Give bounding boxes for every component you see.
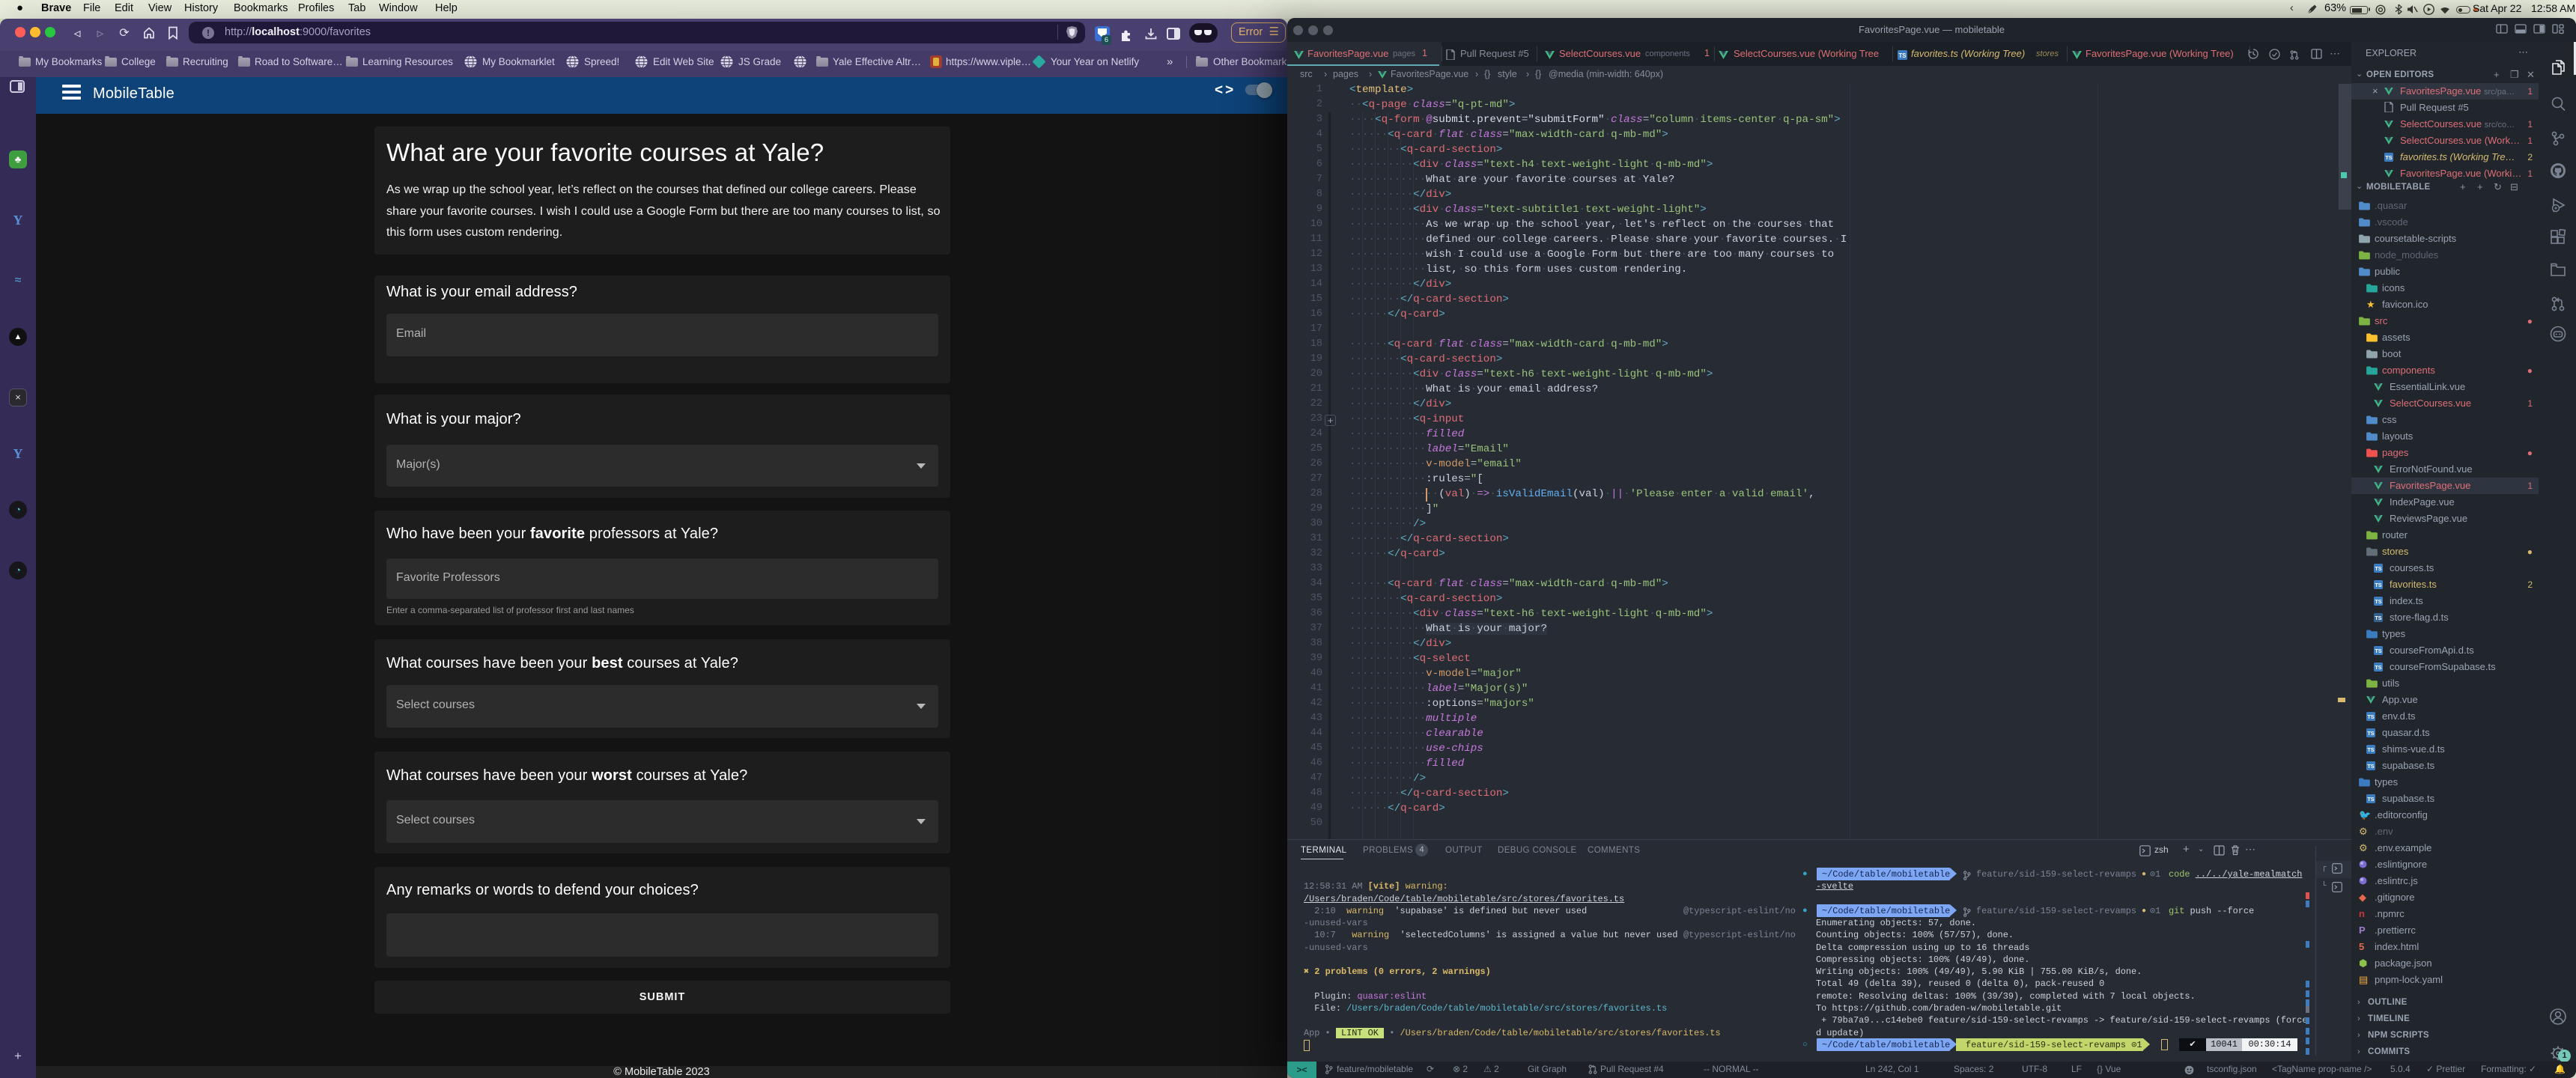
svg-text:TS: TS (2375, 582, 2381, 588)
svg-text:TS: TS (2367, 713, 2374, 720)
svg-text:TS: TS (2375, 598, 2381, 605)
svg-text:TS: TS (2375, 565, 2381, 572)
svg-text:TS: TS (2367, 763, 2374, 770)
svg-text:TS: TS (2375, 615, 2381, 621)
svg-text:TS: TS (2367, 746, 2374, 753)
svg-text:TS: TS (2367, 796, 2374, 803)
svg-text:TS: TS (1898, 52, 1906, 59)
svg-text:TS: TS (2375, 664, 2381, 671)
svg-text:TS: TS (2367, 730, 2374, 737)
svg-text:TS: TS (2375, 648, 2381, 654)
svg-text:TS: TS (2385, 154, 2392, 161)
